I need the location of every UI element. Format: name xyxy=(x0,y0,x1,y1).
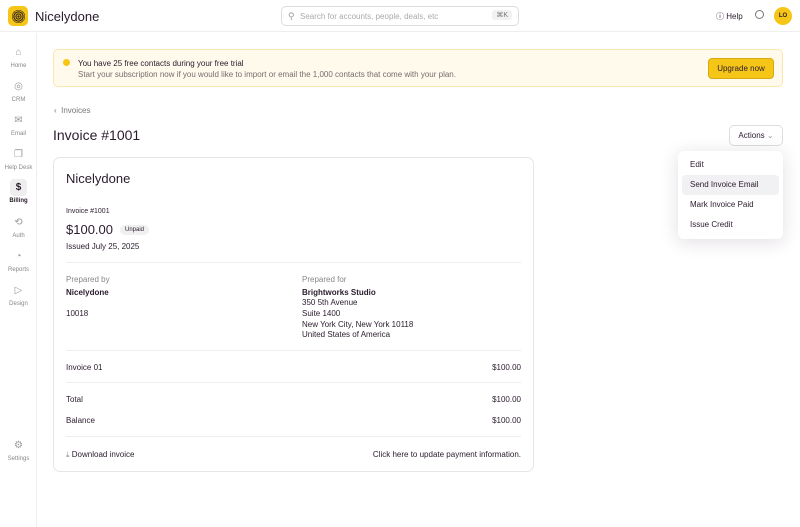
help-label: Help xyxy=(726,12,743,21)
design-icon: ▷ xyxy=(14,285,23,296)
sidebar-label: Reports xyxy=(7,267,29,273)
actions-label: Actions xyxy=(738,131,765,140)
sidebar-label: Billing xyxy=(9,198,28,204)
trial-banner: You have 25 free contacts during your fr… xyxy=(53,49,783,87)
prepared-for-city: New York City, New York 10118 xyxy=(302,320,414,329)
help-button[interactable]: ⓘ Help xyxy=(716,11,743,22)
banner-text: Start your subscription now if you would… xyxy=(78,70,456,79)
menu-item-issue-credit[interactable]: Issue Credit xyxy=(682,215,779,235)
prepared-for-address: 350 5th Avenue xyxy=(302,298,358,307)
info-icon xyxy=(63,59,70,66)
balance-label: Balance xyxy=(66,416,95,425)
actions-dropdown: Edit Send Invoice Email Mark Invoice Pai… xyxy=(678,151,783,239)
download-label: Download invoice xyxy=(71,450,135,459)
app-name: Nicelydone xyxy=(35,9,100,24)
prepared-by-zip: 10018 xyxy=(66,309,89,318)
sidebar-label: CRM xyxy=(11,97,26,103)
menu-item-edit[interactable]: Edit xyxy=(682,155,779,175)
banner-title: You have 25 free contacts during your fr… xyxy=(78,59,244,68)
total-value: $100.00 xyxy=(492,395,521,404)
invoice-company: Nicelydone xyxy=(66,171,131,186)
prepared-for-country: United States of America xyxy=(302,330,391,339)
invoice-number: Invoice #1001 xyxy=(66,208,110,215)
search-placeholder: Search for accounts, people, deals, etc xyxy=(300,12,439,21)
prepared-by: Nicelydone xyxy=(66,288,109,297)
prepared-for-suite: Suite 1400 xyxy=(302,309,341,318)
download-invoice-link[interactable]: ⤓ Download invoice xyxy=(66,450,134,460)
divider xyxy=(66,436,521,437)
sidebar-item-help-desk[interactable]: ❐ Help Desk xyxy=(0,146,37,171)
download-icon: ⤓ xyxy=(66,450,70,459)
prepared-by-label: Prepared by xyxy=(66,275,110,284)
total-label: Total xyxy=(66,395,83,404)
home-icon: ⌂ xyxy=(15,47,22,58)
sidebar-label: Design xyxy=(9,301,28,307)
crm-icon: ◎ xyxy=(14,81,23,92)
actions-button[interactable]: Actions ⌄ xyxy=(729,125,783,146)
update-payment-link[interactable]: Click here to update payment information… xyxy=(373,450,521,459)
reports-icon: ◔ xyxy=(15,251,22,262)
status-badge: Unpaid xyxy=(120,225,150,235)
sidebar-item-home[interactable]: ⌂ Home xyxy=(0,44,37,69)
search-input[interactable]: ⚲ Search for accounts, people, deals, etc… xyxy=(281,6,519,26)
sidebar-item-email[interactable]: ✉ Email xyxy=(0,112,37,137)
prepared-for-label: Prepared for xyxy=(302,275,347,284)
line-item: Invoice 01 xyxy=(66,363,103,372)
menu-item-mark-invoice-paid[interactable]: Mark Invoice Paid xyxy=(682,195,779,215)
sidebar-label: Help Desk xyxy=(4,165,33,171)
invoice-amount: $100.00 xyxy=(66,222,113,237)
line-amount: $100.00 xyxy=(492,363,521,372)
sidebar-label: Auth xyxy=(12,233,25,239)
help-icon: ⓘ xyxy=(716,12,724,21)
breadcrumb-invoices: Invoices xyxy=(61,106,91,115)
sidebar-label: Email xyxy=(10,131,26,137)
prepared-for-name: Brightworks Studio xyxy=(302,288,376,297)
logo[interactable] xyxy=(8,6,28,26)
divider xyxy=(66,382,521,383)
shortcut-badge: ⌘K xyxy=(492,10,512,20)
gear-icon: ⚙ xyxy=(14,440,23,451)
sidebar-item-auth[interactable]: ⟲ Auth xyxy=(0,214,37,239)
menu-item-send-invoice-email[interactable]: Send Invoice Email xyxy=(682,175,779,195)
upgrade-button[interactable]: Upgrade now xyxy=(708,58,774,79)
auth-icon: ⟲ xyxy=(14,217,23,228)
email-icon: ✉ xyxy=(14,115,23,126)
breadcrumb[interactable]: ‹ Invoices xyxy=(54,106,90,115)
divider xyxy=(66,262,521,263)
help-desk-icon: ❐ xyxy=(14,149,23,160)
chat-icon[interactable] xyxy=(755,10,764,19)
chevron-down-icon: ⌄ xyxy=(766,131,774,140)
chevron-left-icon: ‹ xyxy=(54,106,57,115)
sidebar-label: Home xyxy=(10,63,27,69)
sidebar-item-crm[interactable]: ◎ CRM xyxy=(0,78,37,103)
page-title: Invoice #1001 xyxy=(53,127,141,143)
sidebar-item-billing[interactable]: $ Billing xyxy=(0,179,37,204)
search-icon: ⚲ xyxy=(288,11,295,21)
divider xyxy=(66,350,521,351)
sidebar-label: Settings xyxy=(7,456,30,462)
balance-value: $100.00 xyxy=(492,416,521,425)
sidebar-item-reports[interactable]: ◔ Reports xyxy=(0,248,37,273)
invoice-card: Nicelydone Invoice #1001 $100.00 Unpaid … xyxy=(53,157,534,472)
issued-date: Issued July 25, 2025 xyxy=(66,242,140,251)
sidebar-item-design[interactable]: ▷ Design xyxy=(0,282,37,307)
sidebar: ⌂ Home ◎ CRM ✉ Email ❐ Help Desk $ Billing ⟲ A… xyxy=(0,33,37,527)
sidebar-item-settings[interactable]: ⚙ Settings xyxy=(0,437,37,462)
billing-icon: $ xyxy=(10,179,27,196)
avatar[interactable]: LO xyxy=(774,7,792,25)
top-bar: Nicelydone ⚲ Search for accounts, people,… xyxy=(0,0,800,32)
